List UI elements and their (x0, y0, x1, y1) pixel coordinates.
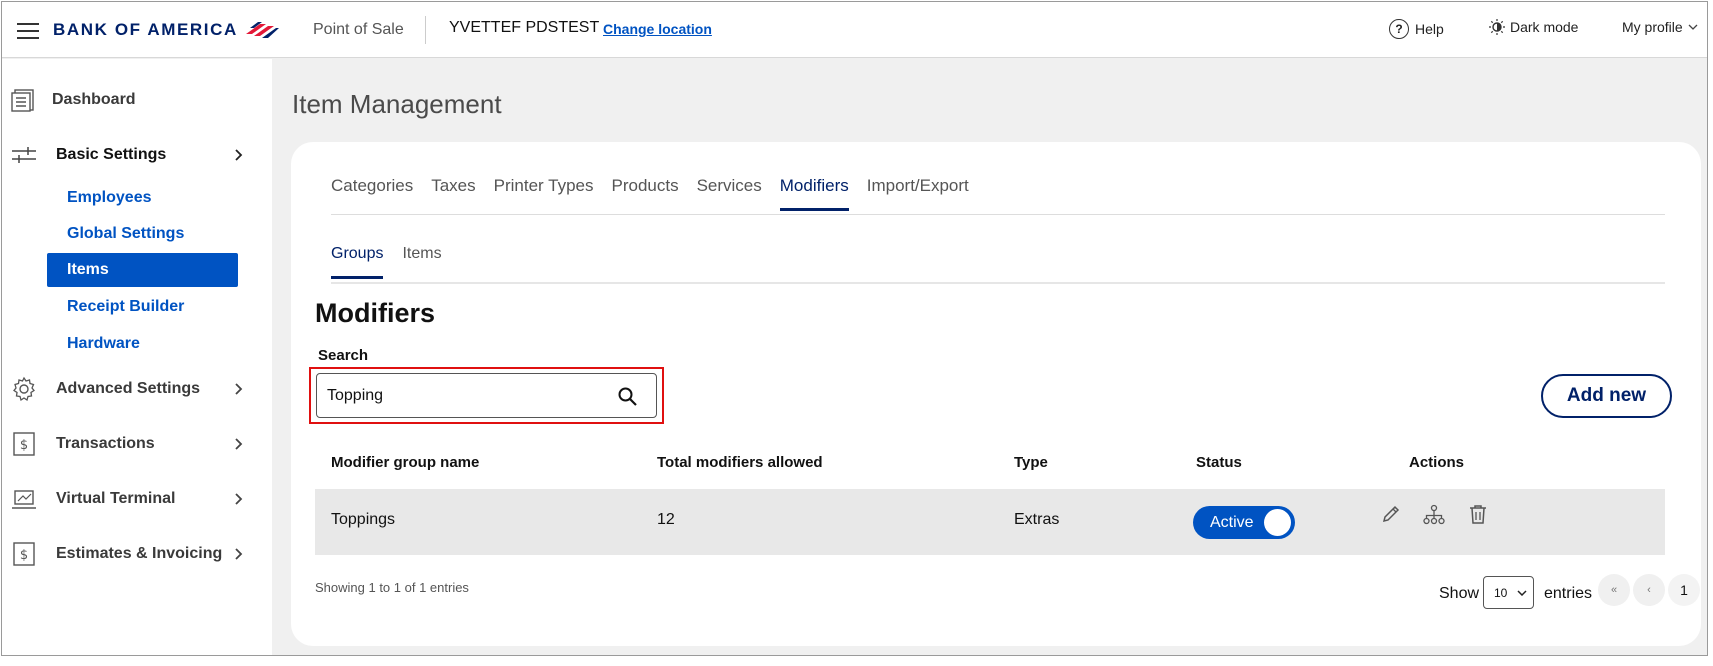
sidebar-item-advanced-settings[interactable]: Advanced Settings (2, 375, 272, 403)
sidebar-item-dashboard[interactable]: Dashboard (2, 86, 272, 114)
laptop-icon (12, 490, 36, 509)
sidebar-label-transactions: Transactions (56, 435, 155, 452)
cell-type: Extras (1014, 511, 1060, 528)
sidebar-label-virtual-terminal: Virtual Terminal (56, 490, 176, 507)
entries-info: Showing 1 to 1 of 1 entries (315, 580, 469, 595)
search-input[interactable] (327, 386, 597, 405)
subtab-items[interactable]: Items (402, 245, 441, 279)
svg-text:$: $ (20, 548, 28, 563)
entries-label: entries (1544, 585, 1593, 602)
chevron-right-icon (235, 548, 243, 560)
tab-taxes[interactable]: Taxes (431, 176, 475, 211)
page-size-value: 10 (1494, 585, 1508, 600)
sidebar-item-global-settings[interactable]: Global Settings (47, 217, 238, 251)
chevron-down-icon (1688, 24, 1698, 30)
main-tabs: Categories Taxes Printer Types Products … (331, 176, 987, 211)
bank-logo[interactable]: BANK OF AMERICA (53, 20, 280, 40)
tab-printer-types[interactable]: Printer Types (494, 176, 594, 211)
sun-icon (1489, 19, 1505, 35)
invoice-dollar-icon: $ (13, 542, 35, 566)
sidebar-label-basic-settings: Basic Settings (56, 146, 167, 163)
chevron-right-icon (235, 149, 243, 161)
pager-next-button[interactable]: › (1703, 574, 1707, 606)
tab-products[interactable]: Products (611, 176, 678, 211)
header-divider (425, 16, 426, 44)
receipt-dollar-icon: $ (13, 432, 35, 456)
dashboard-icon (11, 89, 34, 112)
app-window: BANK OF AMERICA Point of Sale YVETTEF PD… (1, 1, 1708, 656)
sidebar-item-estimates-invoicing[interactable]: $ Estimates & Invoicing (2, 540, 272, 568)
add-new-button[interactable]: Add new (1541, 374, 1672, 418)
sidebar-label-dashboard: Dashboard (52, 91, 136, 108)
table-row: Toppings 12 Extras Active (315, 489, 1665, 555)
logo-text: BANK OF AMERICA (53, 20, 238, 39)
help-label: Help (1415, 21, 1444, 37)
pager-page-1-button[interactable]: 1 (1668, 574, 1700, 606)
toggle-knob (1264, 509, 1291, 536)
app-name: Point of Sale (313, 21, 404, 38)
page-title: Item Management (292, 89, 502, 119)
sidebar-item-virtual-terminal[interactable]: Virtual Terminal (2, 485, 272, 513)
sidebar-item-hardware[interactable]: Hardware (47, 327, 238, 361)
dark-mode-button[interactable]: Dark mode (1489, 19, 1578, 35)
tab-categories[interactable]: Categories (331, 176, 413, 211)
cell-total-modifiers: 12 (657, 511, 675, 528)
tab-services[interactable]: Services (697, 176, 762, 211)
menu-icon[interactable] (17, 23, 39, 39)
top-header: BANK OF AMERICA Point of Sale YVETTEF PD… (2, 2, 1707, 58)
sidebar-item-transactions[interactable]: $ Transactions (2, 430, 272, 458)
change-location-link[interactable]: Change location (603, 21, 712, 37)
column-header-type[interactable]: Type (1014, 454, 1048, 471)
column-header-total[interactable]: Total modifiers allowed (657, 454, 823, 471)
sidebar-label-advanced-settings: Advanced Settings (56, 380, 201, 397)
column-header-status[interactable]: Status (1196, 454, 1242, 471)
chevron-right-icon (235, 383, 243, 395)
hierarchy-icon[interactable] (1423, 504, 1445, 526)
svg-text:$: $ (20, 438, 28, 453)
status-toggle-label: Active (1210, 514, 1254, 531)
dark-mode-label: Dark mode (1510, 19, 1579, 35)
chevron-right-icon (235, 438, 243, 450)
sidebar-item-basic-settings[interactable]: Basic Settings (2, 141, 272, 169)
trash-icon[interactable] (1469, 504, 1487, 524)
flag-icon (245, 22, 279, 38)
column-header-name[interactable]: Modifier group name (331, 454, 479, 471)
sidebar-item-employees[interactable]: Employees (47, 181, 238, 215)
pager-first-button[interactable]: « (1598, 574, 1630, 606)
sidebar-label-estimates-invoicing: Estimates & Invoicing (56, 545, 223, 562)
help-icon: ? (1389, 19, 1409, 39)
edit-pencil-icon[interactable] (1381, 504, 1401, 524)
tab-import-export[interactable]: Import/Export (867, 176, 969, 211)
show-label: Show (1439, 585, 1480, 602)
sidebar: Dashboard Basic Settings Employees Globa… (2, 59, 272, 655)
sub-tabs: Groups Items (331, 245, 461, 279)
section-title: Modifiers (315, 298, 436, 328)
help-button[interactable]: ? Help (1389, 19, 1444, 39)
page-size-select[interactable]: 10 (1483, 576, 1534, 609)
profile-menu[interactable]: My profile (1622, 19, 1698, 35)
sidebar-item-items[interactable]: Items (47, 253, 238, 287)
chevron-right-icon (235, 493, 243, 505)
subtab-groups[interactable]: Groups (331, 245, 384, 279)
profile-label: My profile (1622, 19, 1683, 35)
store-name: YVETTEF PDSTEST (449, 19, 600, 36)
content-card: Categories Taxes Printer Types Products … (291, 142, 1707, 646)
pager-prev-button[interactable]: ‹ (1633, 574, 1665, 606)
cell-group-name: Toppings (331, 511, 396, 528)
column-header-actions: Actions (1409, 454, 1465, 471)
gear-icon (13, 376, 35, 402)
chevron-down-icon (1517, 590, 1527, 596)
tab-modifiers[interactable]: Modifiers (779, 176, 849, 211)
status-toggle[interactable]: Active (1193, 506, 1295, 539)
sliders-icon (12, 147, 36, 163)
search-label: Search (318, 347, 369, 364)
subtabs-divider (331, 282, 1665, 284)
search-field[interactable] (316, 373, 657, 418)
tabs-divider (331, 214, 1665, 215)
sidebar-item-receipt-builder[interactable]: Receipt Builder (47, 290, 238, 324)
search-icon[interactable] (618, 387, 637, 406)
